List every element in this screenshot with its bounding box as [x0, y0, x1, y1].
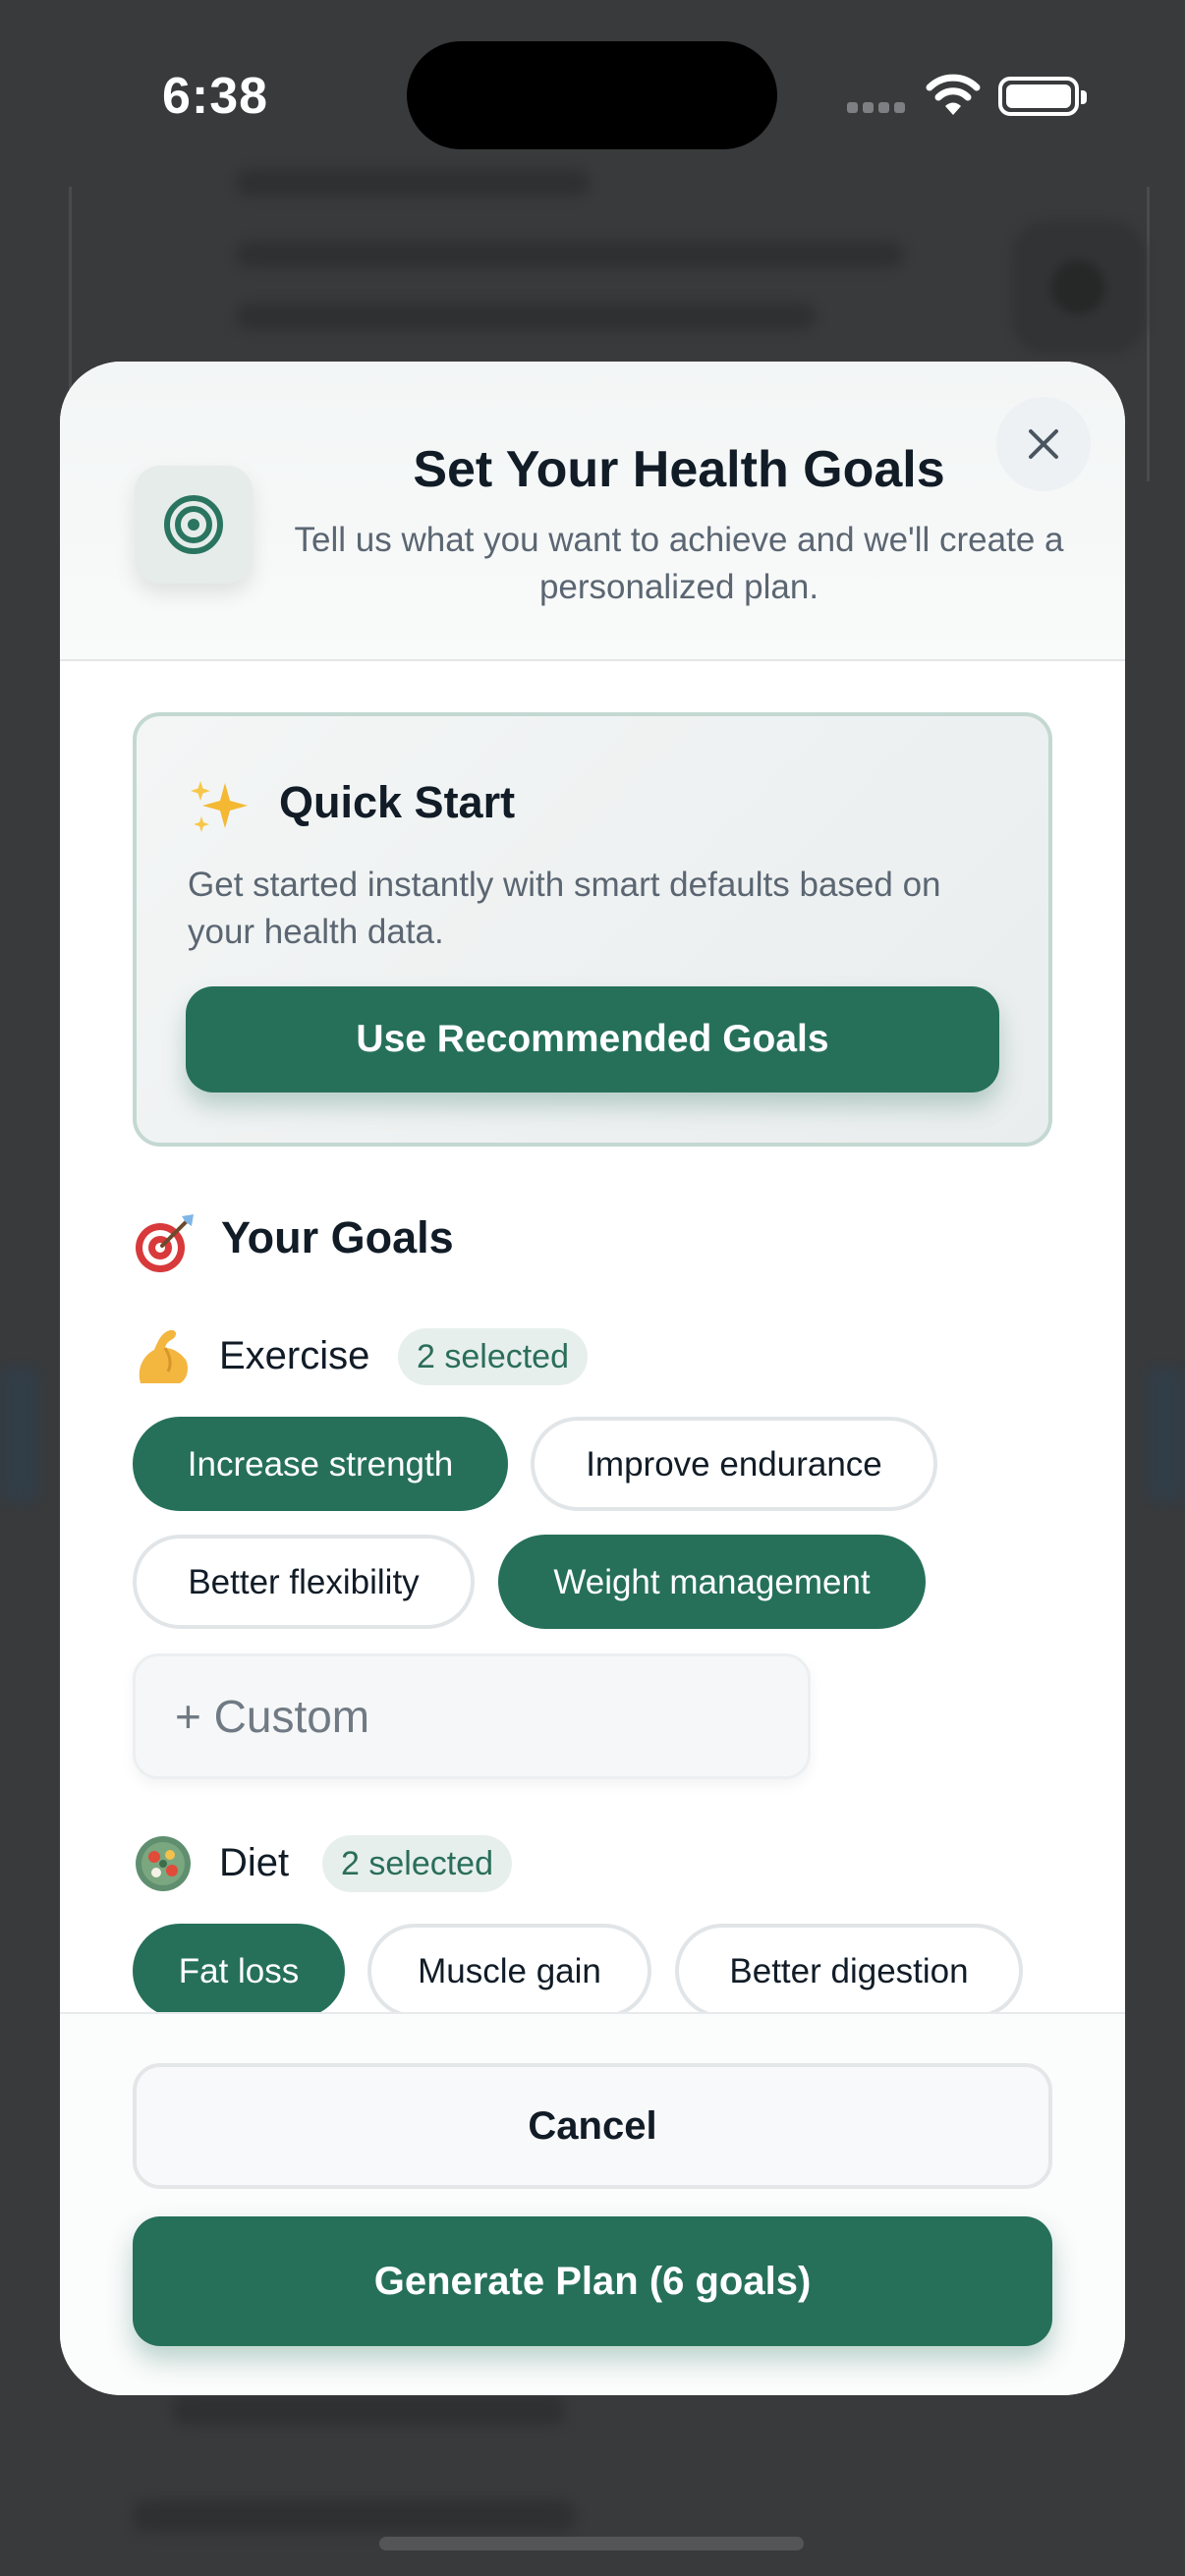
background-edge	[0, 1366, 39, 1503]
modal-footer: Cancel Generate Plan (6 goals)	[60, 2012, 1125, 2395]
target-icon	[135, 466, 253, 584]
close-button[interactable]	[996, 397, 1091, 491]
quick-start-card: Quick Start Get started instantly with s…	[133, 712, 1052, 1147]
diet-label: Diet	[219, 1841, 290, 1884]
background-text-line	[172, 2395, 565, 2425]
close-icon	[1029, 429, 1058, 459]
chip-weight-management[interactable]: Weight management	[498, 1535, 926, 1629]
chip-muscle-gain[interactable]: Muscle gain	[367, 1924, 651, 2012]
quick-start-title: Quick Start	[279, 777, 516, 827]
modal-subtitle: Tell us what you want to achieve and we'…	[294, 521, 1064, 606]
cellular-signal-icon	[847, 102, 906, 116]
salad-bowl-icon	[136, 1836, 191, 1891]
chip-better-flexibility[interactable]: Better flexibility	[133, 1535, 475, 1629]
chip-increase-strength[interactable]: Increase strength	[133, 1417, 508, 1511]
status-time: 6:38	[162, 68, 269, 125]
exercise-label: Exercise	[219, 1334, 370, 1377]
modal-footer-wrap: Cancel Generate Plan (6 goals)	[60, 2012, 1125, 2395]
background-text-line	[133, 2500, 575, 2532]
home-indicator	[379, 2537, 804, 2550]
use-recommended-goals-button[interactable]: Use Recommended Goals	[186, 986, 999, 1092]
background-edge	[1146, 1366, 1185, 1503]
cancel-button[interactable]: Cancel	[133, 2063, 1052, 2189]
background-text-line	[236, 303, 816, 330]
your-goals-title: Your Goals	[221, 1212, 454, 1262]
dynamic-island	[407, 41, 777, 149]
flexed-biceps-icon	[139, 1329, 188, 1383]
diet-count-badge: 2 selected	[322, 1835, 512, 1892]
background-text-line	[236, 241, 904, 268]
chip-improve-endurance[interactable]: Improve endurance	[531, 1417, 937, 1511]
quick-start-description: Get started instantly with smart default…	[188, 866, 941, 951]
chip-fat-loss[interactable]: Fat loss	[133, 1924, 345, 2012]
status-bar: 6:38	[0, 0, 1185, 196]
exercise-count-badge: 2 selected	[398, 1328, 588, 1385]
diet-chip-row: Fat loss Muscle gain Better digestion	[60, 1906, 1125, 2012]
battery-icon	[998, 77, 1087, 116]
dart-icon	[136, 1214, 194, 1272]
custom-goal-input[interactable]: + Custom	[133, 1653, 811, 1779]
sparkles-icon	[191, 781, 248, 832]
generate-plan-button[interactable]: Generate Plan (6 goals)	[133, 2216, 1052, 2346]
modal-header: Set Your Health Goals Tell us what you w…	[60, 362, 1125, 661]
modal-title: Set Your Health Goals	[413, 441, 945, 498]
background-icon	[1012, 221, 1145, 354]
chip-better-digestion[interactable]: Better digestion	[675, 1924, 1023, 2012]
wifi-icon	[926, 73, 981, 116]
